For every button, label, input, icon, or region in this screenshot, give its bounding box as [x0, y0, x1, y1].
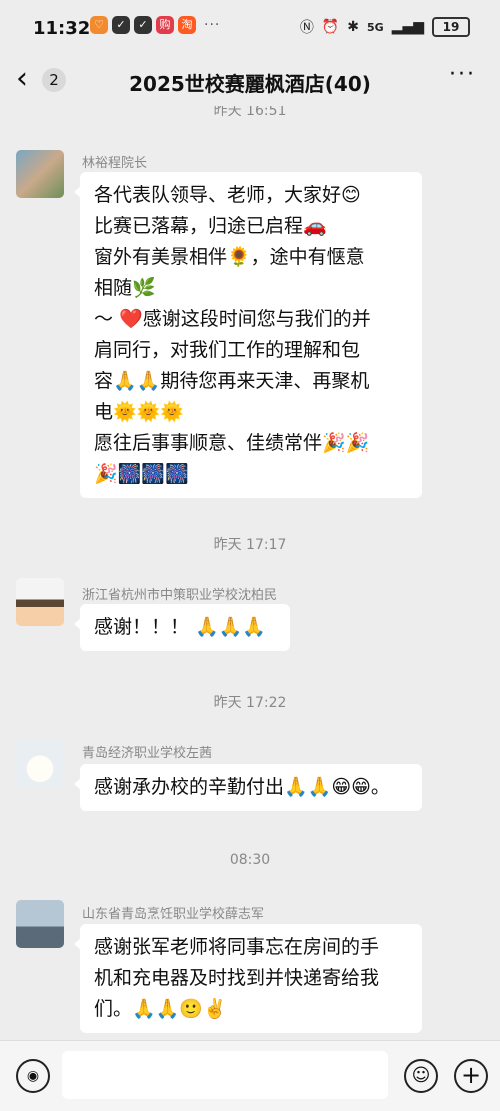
bluetooth-icon: ✱ — [347, 19, 359, 35]
nfc-icon: Ⓝ — [299, 20, 314, 36]
message-line: 相随🌿 — [94, 277, 156, 299]
notification-icons: ♡ ✓ ✓ 购 淘 ··· — [90, 16, 220, 34]
chat-header: ‹ 2 2025世校赛麗枫酒店(40) ··· — [0, 56, 500, 106]
app-notification-icon: ♡ — [90, 16, 108, 34]
system-status: Ⓝ ⏰ ✱ 5G ▂▄▆ 19 — [300, 17, 470, 37]
avatar[interactable] — [16, 150, 64, 198]
message-line: 们。🙏🙏🙂✌️ — [94, 998, 227, 1020]
message-line: 愿往后事事顺意、佳绩常伴🎉🎉 — [94, 432, 370, 454]
network-label: 5G — [367, 20, 384, 34]
message-line: 电🌞🌞🌞 — [94, 401, 184, 423]
chat-area[interactable]: 昨天 16:51 林裕程院长 各代表队领导、老师，大家好😊 比赛已落幕，归途已启… — [0, 106, 500, 1040]
status-time: 11:32 — [33, 18, 91, 39]
app-notification-icon: 淘 — [178, 16, 196, 34]
message-bubble[interactable]: 感谢承办校的辛勤付出🙏🙏😁😁。 — [74, 764, 422, 811]
message-line: 各代表队领导、老师，大家好😊 — [94, 184, 361, 206]
sender-name: 林裕程院长 — [82, 156, 148, 171]
avatar[interactable] — [16, 900, 64, 948]
emoji-icon[interactable]: ☺ — [404, 1059, 438, 1093]
message-line: 窗外有美景相伴🌻，途中有惬意 — [94, 246, 365, 268]
timestamp: 昨天 17:17 — [213, 537, 287, 553]
message-bubble[interactable]: 各代表队领导、老师，大家好😊 比赛已落幕，归途已启程🚗 窗外有美景相伴🌻，途中有… — [74, 172, 422, 498]
battery-icon: 19 — [432, 17, 470, 37]
message-input[interactable] — [62, 1051, 388, 1099]
message-line: 感谢！！！ 🙏🙏🙏 — [94, 616, 267, 638]
more-options-icon[interactable]: ··· — [449, 62, 476, 87]
sender-name: 浙江省杭州市中策职业学校沈柏民 — [82, 588, 278, 603]
message-line: 机和充电器及时找到并快递寄给我 — [94, 967, 380, 989]
message-line: 🎉🎆🎆🎆 — [94, 463, 189, 485]
message-line: 感谢承办校的辛勤付出🙏🙏😁😁。 — [94, 776, 390, 798]
app-notification-icon: ✓ — [134, 16, 152, 34]
sender-name: 青岛经济职业学校左茜 — [82, 746, 213, 761]
timestamp: 昨天 16:51 — [213, 106, 287, 119]
message-line: 感谢张军老师将同事忘在房间的手 — [94, 936, 380, 958]
message-bubble[interactable]: 感谢张军老师将同事忘在房间的手 机和充电器及时找到并快递寄给我 们。🙏🙏🙂✌️ — [74, 924, 422, 1033]
avatar[interactable] — [16, 740, 64, 788]
timestamp: 昨天 17:22 — [213, 695, 287, 711]
input-bar: ◉ ☺ + — [0, 1040, 500, 1111]
message-line: ～ ❤️感谢这段时间您与我们的并 — [94, 308, 371, 330]
message-line: 容🙏🙏期待您再来天津、再聚机 — [94, 370, 370, 392]
app-notification-icon: ✓ — [112, 16, 130, 34]
message-line: 肩同行，对我们工作的理解和包 — [94, 339, 361, 361]
alarm-icon: ⏰ — [321, 19, 340, 35]
status-bar: 11:32 ♡ ✓ ✓ 购 淘 ··· Ⓝ ⏰ ✱ 5G ▂▄▆ 19 — [0, 0, 500, 56]
avatar[interactable] — [16, 578, 64, 626]
timestamp: 08:30 — [229, 852, 271, 868]
voice-input-icon[interactable]: ◉ — [16, 1059, 50, 1093]
add-attachment-icon[interactable]: + — [454, 1059, 488, 1093]
message-bubble[interactable]: 感谢！！！ 🙏🙏🙏 — [74, 604, 290, 651]
sender-name: 山东省青岛烹饪职业学校薛志军 — [82, 907, 265, 922]
signal-icon: ▂▄▆ — [391, 19, 424, 35]
message-line: 比赛已落幕，归途已启程🚗 — [94, 215, 327, 237]
chat-title: 2025世校赛麗枫酒店(40) — [129, 72, 371, 96]
more-notifications-icon: ··· — [204, 17, 221, 33]
app-notification-icon: 购 — [156, 16, 174, 34]
